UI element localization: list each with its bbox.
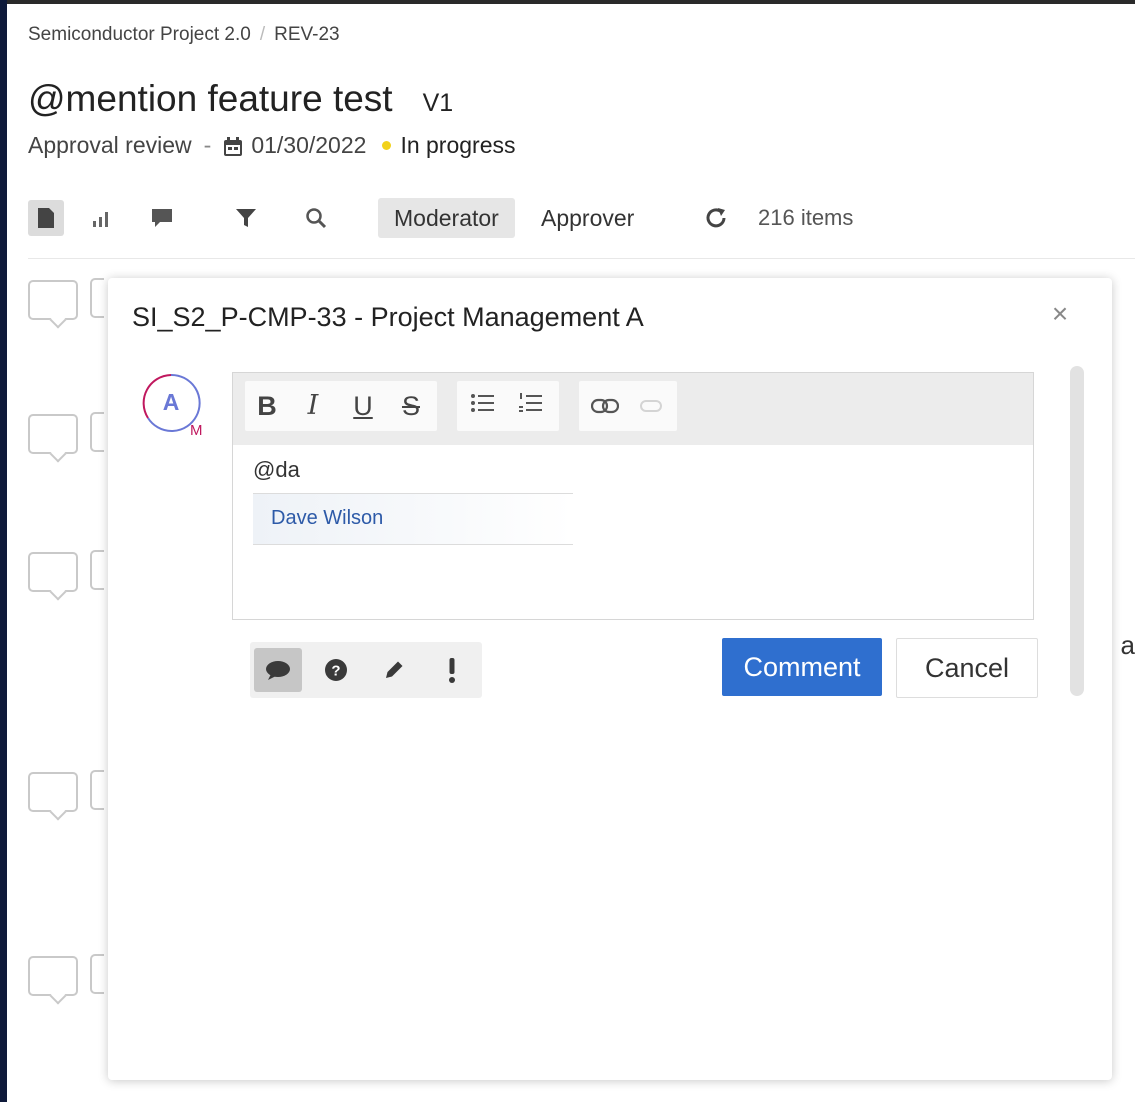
document-meta: Approval review - 01/30/2022 In progress xyxy=(28,132,516,159)
svg-text:?: ? xyxy=(331,663,340,680)
important-type-button[interactable] xyxy=(428,648,476,692)
underline-button[interactable]: U xyxy=(345,381,381,431)
avatar-badge: M xyxy=(190,422,203,439)
comment-type-icon xyxy=(266,661,290,680)
page-title: @mention feature test V1 xyxy=(28,78,453,120)
background-item-icon xyxy=(90,770,104,810)
mention-suggestions: Dave Wilson xyxy=(253,493,573,545)
refresh-button[interactable] xyxy=(698,200,734,236)
background-item-icon xyxy=(90,954,104,994)
bulleted-list-icon xyxy=(471,394,494,412)
link-group xyxy=(579,381,677,431)
bold-button[interactable]: B xyxy=(249,381,285,431)
background-comment-icon[interactable] xyxy=(28,552,78,592)
status-text: In progress xyxy=(400,132,516,158)
comment-view-button[interactable] xyxy=(144,200,180,236)
breadcrumb-separator: / xyxy=(259,24,266,45)
italic-button[interactable]: I xyxy=(295,381,331,431)
breadcrumb-project[interactable]: Semiconductor Project 2.0 xyxy=(28,24,251,46)
role-moderator-button[interactable]: Moderator xyxy=(378,198,515,238)
text-style-group: B I U S xyxy=(245,381,437,431)
list-group xyxy=(457,381,559,431)
breadcrumb: Semiconductor Project 2.0 / REV-23 xyxy=(28,24,340,46)
review-date: 01/30/2022 xyxy=(251,132,367,158)
status-indicator xyxy=(382,141,392,150)
mention-option[interactable]: Dave Wilson xyxy=(271,507,383,530)
review-type: Approval review xyxy=(28,132,192,158)
comment-type-selector: ? xyxy=(250,642,482,698)
question-type-button[interactable]: ? xyxy=(312,648,360,692)
background-comment-icon[interactable] xyxy=(28,280,78,320)
strikethrough-button[interactable]: S xyxy=(393,381,429,431)
edit-icon xyxy=(386,661,403,678)
question-icon: ? xyxy=(325,659,347,681)
close-icon[interactable]: × xyxy=(1046,300,1074,328)
window-left-edge xyxy=(0,0,7,1102)
bulleted-list-button[interactable] xyxy=(465,381,501,431)
breadcrumb-revision[interactable]: REV-23 xyxy=(274,24,339,46)
background-comment-icon[interactable] xyxy=(28,956,78,996)
document-icon xyxy=(38,208,54,228)
filter-icon xyxy=(236,209,256,227)
unlink-button[interactable] xyxy=(633,381,669,431)
numbered-list-icon xyxy=(519,393,542,412)
search-icon xyxy=(306,208,327,229)
background-comment-icon[interactable] xyxy=(28,414,78,454)
background-comment-icon[interactable] xyxy=(28,772,78,812)
link-button[interactable] xyxy=(587,381,623,431)
comment-dialog: SI_S2_P-CMP-33 - Project Management A × … xyxy=(108,278,1112,1080)
document-view-button[interactable] xyxy=(28,200,64,236)
background-item-icon xyxy=(90,278,104,318)
comment-button[interactable]: Comment xyxy=(722,638,882,696)
toolbar: Moderator Approver 216 items xyxy=(28,196,1135,242)
role-approver-button[interactable]: Approver xyxy=(525,198,650,238)
editor-content[interactable]: @da xyxy=(253,457,300,483)
items-count: 216 items xyxy=(758,205,854,230)
unlink-icon xyxy=(640,400,662,412)
comment-type-button[interactable] xyxy=(254,648,302,692)
chart-icon xyxy=(93,212,108,227)
comment-icon xyxy=(152,209,172,227)
edit-type-button[interactable] xyxy=(370,648,418,692)
background-item-icon xyxy=(90,412,104,452)
link-icon xyxy=(590,398,620,414)
chart-view-button[interactable] xyxy=(84,200,120,236)
meta-dash: - xyxy=(203,132,212,158)
formatting-toolbar: B I U S xyxy=(233,373,1033,445)
background-item-icon xyxy=(90,550,104,590)
dialog-scrollbar[interactable] xyxy=(1070,366,1084,696)
important-icon xyxy=(449,658,455,683)
numbered-list-button[interactable] xyxy=(513,381,549,431)
dialog-title: SI_S2_P-CMP-33 - Project Management A xyxy=(132,302,644,332)
document-title: @mention feature test xyxy=(28,78,393,119)
comment-editor: B I U S @da Dave Wilson xyxy=(232,372,1034,620)
toolbar-divider xyxy=(28,258,1135,259)
search-button[interactable] xyxy=(298,200,334,236)
cancel-button[interactable]: Cancel xyxy=(896,638,1038,698)
window-top-edge xyxy=(0,0,1135,4)
refresh-icon xyxy=(706,208,726,228)
filter-button[interactable] xyxy=(228,200,264,236)
version-badge: V1 xyxy=(422,89,454,117)
calendar-icon xyxy=(223,136,243,156)
